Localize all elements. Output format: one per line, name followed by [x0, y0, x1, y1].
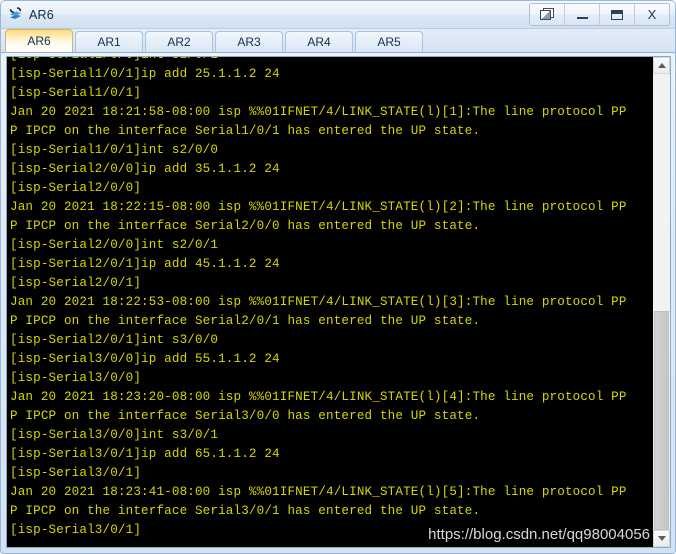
- terminal-line: Jan 20 2021 18:21:58-08:00 isp %%01IFNET…: [10, 105, 627, 119]
- terminal-line: [isp-Serial2/0/0]: [10, 181, 142, 195]
- terminal-output[interactable]: [isp-Serial1/0/0]int s1/0/1 [isp-Serial1/…: [7, 57, 652, 547]
- tab-ar4[interactable]: AR4: [285, 31, 353, 52]
- close-button[interactable]: X: [635, 4, 669, 25]
- terminal-line: [isp-Serial3/0/1]: [10, 466, 142, 480]
- tab-label: AR2: [167, 35, 191, 49]
- tab-ar2[interactable]: AR2: [145, 31, 213, 52]
- terminal-line: [isp-Serial2/0/1]ip add 45.1.1.2 24: [10, 257, 280, 271]
- terminal-scrollbar[interactable]: [652, 57, 670, 547]
- tab-ar3[interactable]: AR3: [215, 31, 283, 52]
- terminal-line: P IPCP on the interface Serial3/0/1 has …: [10, 504, 481, 518]
- terminal-line: P IPCP on the interface Serial2/0/1 has …: [10, 314, 481, 328]
- minimize-icon: [576, 17, 588, 19]
- terminal-line: [isp-Serial3/0/1]ip add 65.1.1.2 24: [10, 447, 280, 461]
- terminal-line: P IPCP on the interface Serial2/0/0 has …: [10, 219, 481, 233]
- device-tab-strip: AR6 AR1 AR2 AR3 AR4 AR5: [1, 29, 675, 53]
- terminal-line: [isp-Serial2/0/0]int s2/0/1: [10, 238, 219, 252]
- terminal-line: Jan 20 2021 18:22:53-08:00 isp %%01IFNET…: [10, 295, 627, 309]
- close-icon: X: [647, 7, 657, 22]
- terminal-line: [isp-Serial1/0/1]: [10, 86, 142, 100]
- terminal-line: [isp-Serial3/0/0]int s3/0/1: [10, 428, 219, 442]
- tab-label: AR1: [97, 35, 121, 49]
- terminal-line: [isp-Serial1/0/0]int s1/0/1: [10, 57, 652, 65]
- terminal-line: [isp-Serial3/0/1]: [10, 523, 142, 537]
- terminal-line: P IPCP on the interface Serial3/0/0 has …: [10, 409, 481, 423]
- window-controls: X: [529, 3, 670, 26]
- terminal-line: [isp-Serial2/0/1]: [10, 276, 142, 290]
- restore-windows-button[interactable]: [530, 4, 565, 25]
- maximize-button[interactable]: [600, 4, 635, 25]
- minimize-button[interactable]: [565, 4, 600, 25]
- terminal-panel: [isp-Serial1/0/0]int s1/0/1 [isp-Serial1/…: [6, 56, 671, 548]
- terminal-line: [isp-Serial1/0/1]ip add 25.1.1.2 24: [10, 67, 280, 81]
- terminal-line: P IPCP on the interface Serial1/0/1 has …: [10, 124, 481, 138]
- tab-ar6[interactable]: AR6: [5, 29, 73, 52]
- maximize-icon: [611, 9, 623, 20]
- tab-label: AR3: [237, 35, 261, 49]
- console-window: AR6 X AR6 AR1 AR2 AR3 AR4 AR5 [isp-Seria…: [0, 0, 676, 554]
- router-icon: [7, 6, 24, 23]
- tab-label: AR4: [307, 35, 331, 49]
- window-title: AR6: [29, 7, 54, 22]
- tab-ar1[interactable]: AR1: [75, 31, 143, 52]
- title-bar: AR6 X: [1, 1, 675, 29]
- terminal-line: [isp-Serial1/0/1]int s2/0/0: [10, 143, 219, 157]
- scrollbar-thumb[interactable]: [654, 311, 669, 530]
- scroll-up-button[interactable]: [653, 57, 670, 74]
- terminal-line: [isp-Serial3/0/0]: [10, 371, 142, 385]
- terminal-line: [isp-Serial2/0/1]int s3/0/0: [10, 333, 219, 347]
- terminal-line: Jan 20 2021 18:23:41-08:00 isp %%01IFNET…: [10, 485, 627, 499]
- tab-label: AR5: [377, 35, 401, 49]
- scroll-down-button[interactable]: [653, 530, 670, 547]
- terminal-line: [isp-Serial3/0/0]ip add 55.1.1.2 24: [10, 352, 280, 366]
- scrollbar-track[interactable]: [653, 74, 670, 530]
- scroll-up-icon: [657, 63, 666, 68]
- terminal-line: [isp-Serial2/0/0]ip add 35.1.1.2 24: [10, 162, 280, 176]
- terminal-line: Jan 20 2021 18:23:20-08:00 isp %%01IFNET…: [10, 390, 627, 404]
- tab-label: AR6: [27, 34, 51, 48]
- tab-ar5[interactable]: AR5: [355, 31, 423, 52]
- terminal-text: [isp-Serial1/0/0]int s1/0/1 [isp-Serial1/…: [10, 57, 652, 547]
- scroll-down-icon: [657, 536, 666, 541]
- cascade-windows-icon: [539, 8, 555, 21]
- terminal-line: Jan 20 2021 18:22:15-08:00 isp %%01IFNET…: [10, 200, 627, 214]
